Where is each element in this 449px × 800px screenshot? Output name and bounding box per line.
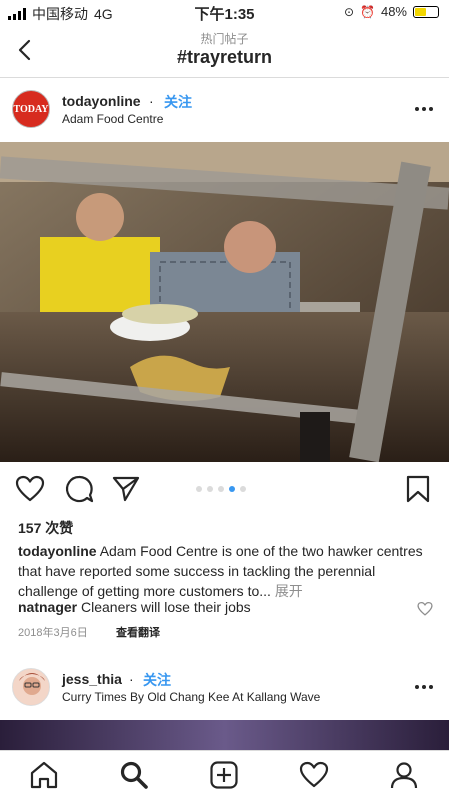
alarm-icon: ⏰ xyxy=(360,4,375,19)
separator-dot-2: · xyxy=(129,671,134,687)
comment-username[interactable]: natnager xyxy=(18,599,77,615)
nav-header: 热门帖子 #trayreturn xyxy=(0,24,449,78)
carousel-dot xyxy=(207,486,213,492)
profile-icon[interactable] xyxy=(389,760,419,790)
comment: natnager Cleaners will lose their jobs xyxy=(18,599,251,615)
bookmark-icon[interactable] xyxy=(403,474,433,504)
post-caption: todayonline Adam Food Centre is one of t… xyxy=(18,541,428,601)
post-photo-2[interactable] xyxy=(0,720,449,750)
caption-username[interactable]: todayonline xyxy=(18,543,97,559)
add-icon[interactable] xyxy=(209,760,239,790)
home-icon[interactable] xyxy=(29,760,59,790)
avatar-logo-text: TODAY xyxy=(13,103,49,115)
battery-label: 48% xyxy=(380,4,407,19)
translate-link[interactable]: 查看翻译 xyxy=(116,624,160,640)
comment-heart-icon[interactable] xyxy=(417,601,433,617)
like-count[interactable]: 157 次赞 xyxy=(18,518,73,538)
heart-icon[interactable] xyxy=(15,474,45,504)
tab-bar xyxy=(0,750,449,800)
comment-text: Cleaners will lose their jobs xyxy=(81,599,251,615)
post2-location[interactable]: Curry Times By Old Chang Kee At Kallang … xyxy=(62,690,320,704)
follow-button-2[interactable]: 关注 xyxy=(143,670,171,690)
caption-more-link[interactable]: 展开 xyxy=(275,583,303,599)
battery-icon xyxy=(413,5,439,18)
action-bar xyxy=(0,474,449,508)
separator-dot: · xyxy=(149,93,154,109)
share-icon[interactable] xyxy=(111,474,141,504)
more-icon-2[interactable] xyxy=(415,685,433,689)
avatar-2[interactable] xyxy=(12,668,50,706)
nav-subtitle: 热门帖子 xyxy=(200,32,249,46)
activity-icon[interactable] xyxy=(299,760,329,790)
post2-username[interactable]: jess_thia xyxy=(62,671,122,687)
food-centre-photo xyxy=(0,142,449,462)
post-header: TODAY todayonline · 关注 Adam Food Centre xyxy=(0,88,449,132)
follow-button[interactable]: 关注 xyxy=(164,92,192,112)
status-right: ⊙ ⏰ 48% xyxy=(344,4,439,19)
carousel-indicator xyxy=(196,486,246,492)
search-icon[interactable] xyxy=(119,760,149,790)
carousel-dot xyxy=(240,486,246,492)
post-header-2: jess_thia · 关注 Curry Times By Old Chang … xyxy=(0,666,449,710)
post-location[interactable]: Adam Food Centre xyxy=(62,112,163,126)
carousel-dot xyxy=(218,486,224,492)
post-photo[interactable] xyxy=(0,142,449,462)
post-date: 2018年3月6日 xyxy=(18,627,88,639)
page-title: #trayreturn xyxy=(176,47,273,67)
carousel-dot xyxy=(229,486,235,492)
status-bar: 中国移动 4G 下午1:35 ⊙ ⏰ 48% xyxy=(0,0,449,24)
location-icon: ⊙ xyxy=(343,4,355,19)
post-username[interactable]: todayonline xyxy=(62,93,141,109)
more-icon[interactable] xyxy=(415,107,433,111)
avatar[interactable]: TODAY xyxy=(12,90,50,128)
carousel-dot xyxy=(196,486,202,492)
comment-icon[interactable] xyxy=(64,474,94,504)
